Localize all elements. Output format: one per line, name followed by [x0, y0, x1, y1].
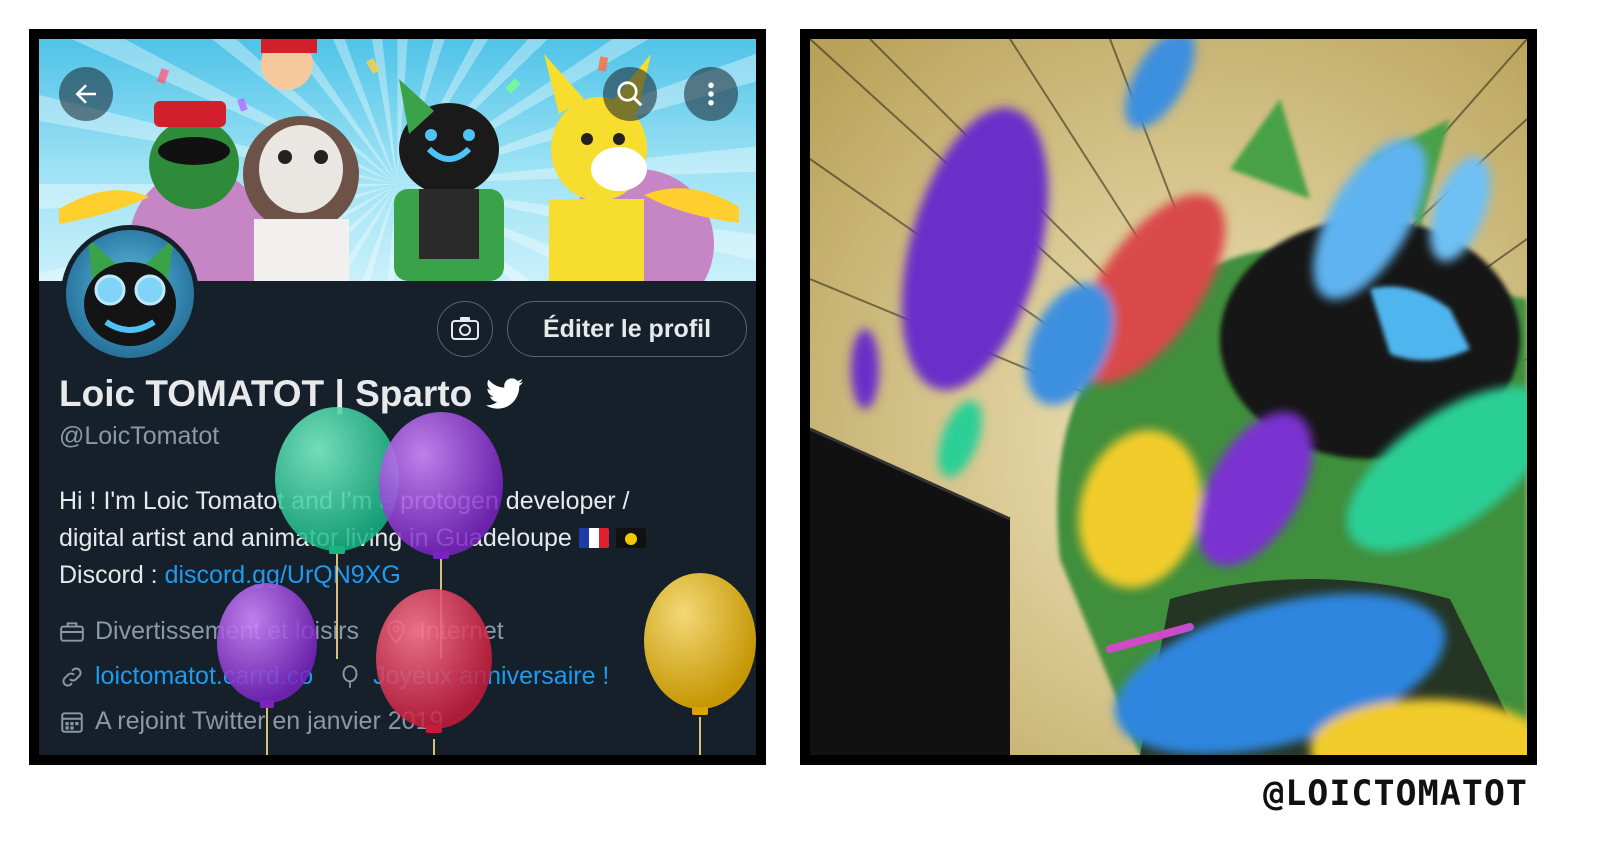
- briefcase-icon: [60, 621, 84, 642]
- calendar-icon: [61, 711, 83, 733]
- profile-meta-row-2: loictomatot.carrd.co Joyeux anniversaire…: [59, 662, 609, 691]
- location-pin-icon: [387, 619, 405, 644]
- search-button[interactable]: [603, 67, 657, 121]
- display-name: Loic TOMATOT | Sparto: [59, 373, 473, 414]
- camera-button[interactable]: [437, 301, 493, 357]
- profile-bio: Hi ! I'm Loic Tomatot and I'm a protogen…: [59, 483, 749, 594]
- more-options-button[interactable]: [684, 67, 738, 121]
- twitter-bird-icon: [486, 378, 524, 409]
- edit-profile-button[interactable]: Éditer le profil: [507, 301, 747, 357]
- display-name-row: Loic TOMATOT | Sparto: [59, 373, 524, 415]
- guadeloupe-flag-icon: [615, 528, 646, 548]
- search-icon: [617, 81, 643, 107]
- france-flag-icon: [578, 528, 609, 548]
- discord-line: Discord : discord.gg/UrQN9XG: [59, 557, 749, 594]
- user-handle: @LoicTomatot: [59, 422, 220, 450]
- comic-illustration: [810, 39, 1527, 755]
- arrow-left-icon: [75, 84, 96, 104]
- reaction-comic-panel: [800, 29, 1537, 765]
- discord-link[interactable]: discord.gg/UrQN9XG: [165, 561, 401, 589]
- birthday-text: Joyeux anniversaire !: [373, 662, 610, 690]
- back-button[interactable]: [59, 67, 113, 121]
- discord-label: Discord :: [59, 561, 165, 589]
- more-vertical-icon: [708, 82, 714, 106]
- profile-meta-row-3: A rejoint Twitter en janvier 2019: [59, 707, 443, 736]
- join-date: A rejoint Twitter en janvier 2019: [95, 707, 444, 735]
- profile-website-link[interactable]: loictomatot.carrd.co: [95, 662, 313, 691]
- artist-credit: @LOICTOMATOT: [1263, 774, 1528, 814]
- profile-avatar[interactable]: [61, 225, 199, 363]
- profile-location: Internet: [418, 617, 504, 645]
- profile-meta-row-1: Divertissement et loisirs Internet: [59, 617, 504, 646]
- bio-line: Hi ! I'm Loic Tomatot and I'm a protogen…: [59, 487, 630, 515]
- bio-line: digital artist and animator living in Gu…: [59, 524, 572, 552]
- profile-comic-panel: Éditer le profil Loic TOMATOT | Sparto @…: [29, 29, 766, 765]
- profile-category: Divertissement et loisirs: [95, 617, 359, 645]
- link-icon: [62, 667, 82, 686]
- balloon-icon: [342, 664, 358, 688]
- bio-line-with-flags: digital artist and animator living in Gu…: [59, 520, 749, 557]
- camera-icon: [451, 317, 479, 340]
